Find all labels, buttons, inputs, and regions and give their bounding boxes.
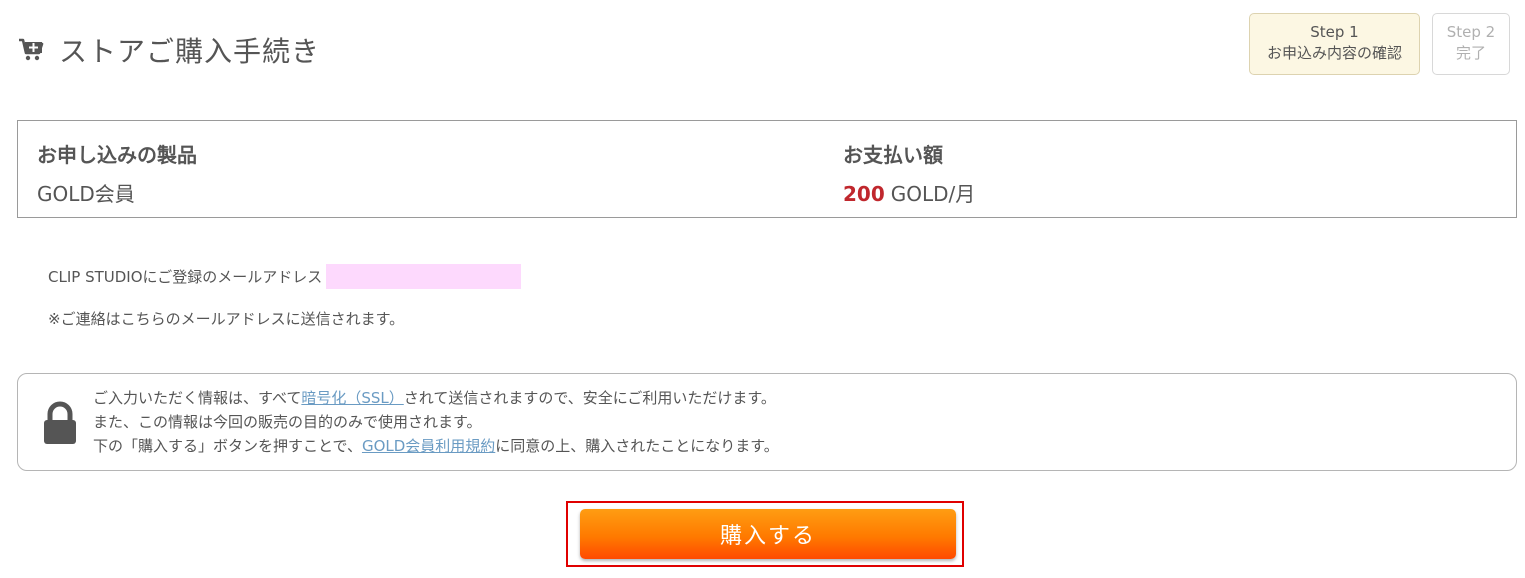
- email-label: CLIP STUDIOにご登録のメールアドレス: [48, 268, 323, 286]
- security-line-3-prefix: 下の「購入する」ボタンを押すことで、: [93, 437, 362, 455]
- security-notice: ご入力いただく情報は、すべて暗号化（SSL）されて送信されますので、安全にご利用…: [17, 373, 1517, 471]
- registered-email: CLIP STUDIOにご登録のメールアドレス: [48, 264, 522, 289]
- payment-value: 200 GOLD/月: [843, 178, 975, 207]
- page-header: ストアご購入手続き: [17, 30, 320, 70]
- lock-icon: [42, 401, 78, 445]
- purchase-button[interactable]: 購入する: [580, 509, 956, 559]
- payment-amount: 200: [843, 182, 885, 206]
- product-name: GOLD会員: [37, 182, 135, 206]
- security-line-1-suffix: されて送信されますので、安全にご利用いただけます。: [403, 389, 776, 407]
- security-line-2: また、この情報は今回の販売の目的のみで使用されます。: [93, 413, 482, 431]
- order-summary: お申し込みの製品 GOLD会員 お支払い額 200 GOLD/月: [17, 120, 1517, 218]
- security-line-3: 下の「購入する」ボタンを押すことで、GOLD会員利用規約に同意の上、購入されたこ…: [93, 434, 779, 458]
- step-indicator: Step 1 お申込み内容の確認 Step 2 完了: [1249, 13, 1510, 75]
- step-2-complete: Step 2 完了: [1432, 13, 1510, 75]
- payment-heading: お支払い額: [843, 143, 943, 167]
- security-line-1: ご入力いただく情報は、すべて暗号化（SSL）されて送信されますので、安全にご利用…: [93, 386, 779, 410]
- step-1-number: Step 1: [1310, 23, 1359, 41]
- step-1-confirm: Step 1 お申込み内容の確認: [1249, 13, 1420, 75]
- security-line-3-suffix: に同意の上、購入されたことになります。: [495, 437, 779, 455]
- page-title: ストアご購入手続き: [59, 35, 321, 68]
- email-redacted-value: [326, 264, 522, 289]
- security-text: ご入力いただく情報は、すべて暗号化（SSL）されて送信されますので、安全にご利用…: [93, 386, 779, 458]
- payment-unit: GOLD/月: [890, 182, 976, 206]
- store-purchase-page: ストアご購入手続き Step 1 お申込み内容の確認 Step 2 完了 お申し…: [0, 0, 1525, 578]
- ssl-link[interactable]: 暗号化（SSL）: [301, 389, 403, 407]
- product-column: お申し込みの製品 GOLD会員: [37, 139, 197, 207]
- product-heading: お申し込みの製品: [37, 143, 197, 167]
- gold-terms-link[interactable]: GOLD会員利用規約: [362, 437, 495, 455]
- security-line-1-prefix: ご入力いただく情報は、すべて: [93, 389, 302, 407]
- cart-plus-icon: [17, 36, 45, 64]
- email-notice: ※ご連絡はこちらのメールアドレスに送信されます。: [48, 310, 405, 328]
- step-2-number: Step 2: [1446, 23, 1496, 41]
- payment-column: お支払い額 200 GOLD/月: [843, 139, 975, 207]
- step-1-label: お申込み内容の確認: [1266, 44, 1402, 62]
- step-2-label: 完了: [1455, 44, 1486, 62]
